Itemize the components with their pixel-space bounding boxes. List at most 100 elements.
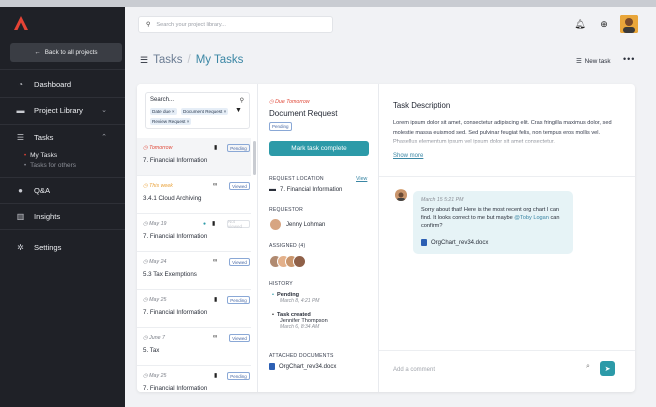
- task-row[interactable]: ◷ This week 3.4.1 Cloud Archiving ∞ View…: [137, 176, 251, 214]
- divider: [379, 176, 635, 177]
- chevron-up-icon: ⌃: [101, 134, 107, 141]
- avatar: [293, 255, 306, 268]
- sidebar-subitem-my-tasks[interactable]: • My Tasks: [24, 152, 57, 159]
- message-text: Sorry about that! Here is the most recen…: [421, 206, 569, 230]
- task-due: ◷ This week: [143, 183, 173, 189]
- filter-icon[interactable]: ▼: [235, 107, 242, 114]
- filter-chip-date-due[interactable]: Date due ×: [150, 108, 177, 115]
- avatar[interactable]: [620, 15, 638, 33]
- section-label: ATTACHED DOCUMENTS: [269, 353, 334, 359]
- glasses-icon: ∞: [213, 258, 218, 264]
- new-task-button[interactable]: ☰ New task: [576, 58, 611, 65]
- filter-chip-review-request[interactable]: Review Request ×: [150, 118, 192, 125]
- sidebar-item-dashboard[interactable]: ◔ Dashboard: [0, 77, 125, 91]
- task-row[interactable]: ◷ June 7 5. Tax ∞ Viewed: [137, 328, 251, 366]
- mark-complete-button[interactable]: Mark task complete: [269, 141, 369, 156]
- tasks-panel: Search... ⚲ Date due × Document Request …: [137, 84, 635, 392]
- sidebar-divider: [0, 124, 125, 125]
- user-mention[interactable]: @Toby Logan: [514, 215, 549, 221]
- task-row[interactable]: ◷ May 24 5.3 Tax Exemptions ∞ Viewed: [137, 252, 251, 290]
- user-avatar-icon: [395, 190, 407, 201]
- sidebar-item-tasks[interactable]: ☰ Tasks ⌃: [0, 130, 125, 144]
- status-badge: Pending: [227, 296, 250, 304]
- bullet-icon: •: [24, 152, 27, 159]
- sidebar-item-insights[interactable]: ▥ Insights: [0, 209, 125, 223]
- task-due-text: Tomorrow: [149, 145, 173, 151]
- history-time: March 6, 8:34 AM: [280, 324, 320, 330]
- task-due: ◷ May 25: [143, 373, 167, 379]
- status-badge: Viewed: [229, 182, 250, 190]
- request-location[interactable]: ▬ 7. Financial Information: [269, 186, 342, 193]
- unread-dot-icon: ●: [203, 221, 207, 227]
- message-time: March 15 5:21 PM: [421, 197, 464, 203]
- sidebar-divider: [0, 177, 125, 178]
- filter-chip-document-request[interactable]: Document Request ×: [181, 108, 229, 115]
- description-fade: [393, 136, 625, 147]
- task-due: ◷ Due Tomorrow: [269, 99, 310, 105]
- search-icon: ⚲: [146, 22, 151, 28]
- sidebar-subitem-label: Tasks for others: [30, 162, 76, 169]
- list-icon: ☰: [576, 58, 582, 65]
- task-row[interactable]: ◷ May 19 7. Financial Information ● ▮ No…: [137, 214, 251, 252]
- task-list: Search... ⚲ Date due × Document Request …: [137, 84, 257, 392]
- task-row[interactable]: ◷ May 25 7. Financial Information ▮ Pend…: [137, 366, 251, 392]
- comment-message: March 15 5:21 PM Sorry about that! Here …: [413, 191, 573, 254]
- task-title: Document Request: [269, 109, 338, 118]
- search-icon: ⚲: [239, 98, 244, 104]
- glasses-icon: ∞: [213, 334, 218, 340]
- list-icon: ☰: [140, 54, 149, 65]
- sidebar-divider: [0, 229, 125, 230]
- attached-document[interactable]: OrgChart_rev34.docx: [269, 363, 336, 370]
- bell-icon[interactable]: 🔔︎: [573, 17, 587, 31]
- word-document-icon: [269, 363, 275, 370]
- globe-icon[interactable]: ⊕: [597, 17, 611, 31]
- sidebar-item-project-library[interactable]: ▬ Project Library ⌄: [0, 103, 125, 117]
- sidebar-subitem-label: My Tasks: [30, 152, 58, 159]
- task-name: 7. Financial Information: [143, 157, 208, 164]
- sidebar-item-label: Tasks: [34, 132, 54, 142]
- assignee-avatars[interactable]: [269, 255, 306, 268]
- brand-logo-icon[interactable]: [13, 15, 29, 31]
- document-icon: ▮: [212, 221, 216, 227]
- history-entry: • Pending March 8, 4:21 PM: [272, 292, 319, 304]
- task-due-text: Due Tomorrow: [275, 99, 310, 105]
- glasses-icon: ∞: [213, 182, 218, 188]
- send-button[interactable]: ➤: [600, 361, 615, 376]
- task-name: 5.3 Tax Exemptions: [143, 271, 197, 278]
- paperclip-icon[interactable]: ⌕: [586, 363, 590, 371]
- sidebar-item-label: Project Library: [34, 105, 83, 115]
- task-due: ◷ June 7: [143, 335, 165, 341]
- task-due: ◷ Tomorrow: [143, 145, 173, 151]
- sidebar-subitem-tasks-for-others[interactable]: • Tasks for others: [24, 162, 76, 169]
- section-label: REQUEST LOCATION: [269, 176, 324, 182]
- task-description-panel: Task Description Lorem ipsum dolor sit a…: [379, 84, 635, 392]
- task-list-scrollbar[interactable]: [253, 141, 256, 175]
- arrow-left-icon: ←: [34, 49, 41, 56]
- sidebar-item-settings[interactable]: ✲ Settings: [0, 240, 125, 254]
- search-input[interactable]: ⚲ Search your project library...: [138, 16, 333, 33]
- task-search-input[interactable]: Search...: [150, 97, 174, 103]
- task-detail: ◷ Due Tomorrow Document Request Pending …: [257, 84, 379, 392]
- back-to-projects-button[interactable]: ← Back to all projects: [10, 43, 122, 62]
- show-more-link[interactable]: Show more: [393, 153, 423, 159]
- bullet-icon: •: [24, 162, 27, 169]
- folder-icon: ▬: [16, 105, 25, 115]
- task-due: ◷ May 24: [143, 259, 167, 265]
- task-row[interactable]: ◷ May 25 7. Financial Information ▮ Pend…: [137, 290, 251, 328]
- status-badge: Viewed: [229, 258, 250, 266]
- bullet-icon: •: [272, 292, 274, 298]
- more-options-icon[interactable]: •••: [623, 54, 635, 64]
- task-row[interactable]: ◷ Tomorrow 7. Financial Information ▮ Pe…: [137, 138, 251, 176]
- view-location-link[interactable]: View: [356, 176, 367, 182]
- document-icon: ▮: [214, 373, 218, 379]
- sidebar-item-label: Dashboard: [34, 79, 72, 89]
- task-due-text: May 19: [149, 221, 167, 227]
- page-title: ☰ Tasks / My Tasks: [140, 54, 243, 66]
- document-icon: ▮: [214, 145, 218, 151]
- breadcrumb-tasks[interactable]: Tasks: [153, 54, 182, 66]
- sidebar-item-qa[interactable]: ● Q&A: [0, 183, 125, 197]
- history-time: March 8, 4:21 PM: [280, 298, 320, 304]
- status-badge: Viewed: [229, 334, 250, 342]
- comment-input[interactable]: Add a comment: [393, 362, 613, 377]
- message-attachment[interactable]: OrgChart_rev34.docx: [421, 239, 488, 246]
